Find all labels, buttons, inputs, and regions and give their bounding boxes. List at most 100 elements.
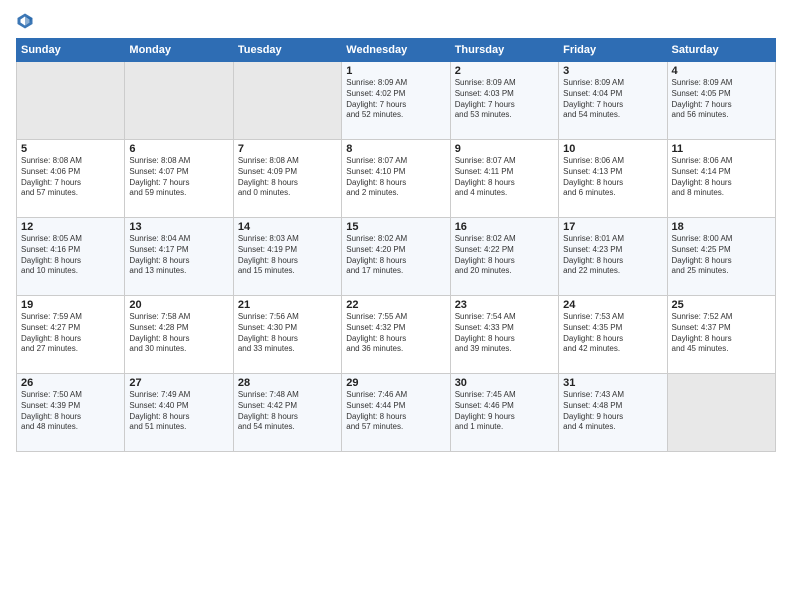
weekday-header-wednesday: Wednesday xyxy=(342,39,450,62)
weekday-header-friday: Friday xyxy=(559,39,667,62)
day-number: 31 xyxy=(563,377,662,389)
day-number: 19 xyxy=(21,299,120,311)
day-number: 22 xyxy=(346,299,445,311)
calendar-cell: 3Sunrise: 8:09 AM Sunset: 4:04 PM Daylig… xyxy=(559,62,667,140)
page-container: SundayMondayTuesdayWednesdayThursdayFrid… xyxy=(0,0,792,460)
day-info: Sunrise: 7:56 AM Sunset: 4:30 PM Dayligh… xyxy=(238,312,337,355)
calendar-cell: 19Sunrise: 7:59 AM Sunset: 4:27 PM Dayli… xyxy=(17,296,125,374)
day-info: Sunrise: 8:00 AM Sunset: 4:25 PM Dayligh… xyxy=(672,234,771,277)
weekday-header-monday: Monday xyxy=(125,39,233,62)
weekday-header-row: SundayMondayTuesdayWednesdayThursdayFrid… xyxy=(17,39,776,62)
day-info: Sunrise: 8:03 AM Sunset: 4:19 PM Dayligh… xyxy=(238,234,337,277)
calendar-cell: 8Sunrise: 8:07 AM Sunset: 4:10 PM Daylig… xyxy=(342,140,450,218)
calendar-week-row: 12Sunrise: 8:05 AM Sunset: 4:16 PM Dayli… xyxy=(17,218,776,296)
day-info: Sunrise: 8:09 AM Sunset: 4:05 PM Dayligh… xyxy=(672,78,771,121)
day-number: 12 xyxy=(21,221,120,233)
day-info: Sunrise: 7:59 AM Sunset: 4:27 PM Dayligh… xyxy=(21,312,120,355)
calendar-cell: 24Sunrise: 7:53 AM Sunset: 4:35 PM Dayli… xyxy=(559,296,667,374)
calendar-cell: 5Sunrise: 8:08 AM Sunset: 4:06 PM Daylig… xyxy=(17,140,125,218)
day-number: 28 xyxy=(238,377,337,389)
day-number: 30 xyxy=(455,377,554,389)
calendar-cell: 16Sunrise: 8:02 AM Sunset: 4:22 PM Dayli… xyxy=(450,218,558,296)
day-info: Sunrise: 7:45 AM Sunset: 4:46 PM Dayligh… xyxy=(455,390,554,433)
day-number: 20 xyxy=(129,299,228,311)
calendar-cell xyxy=(667,374,775,452)
day-info: Sunrise: 8:01 AM Sunset: 4:23 PM Dayligh… xyxy=(563,234,662,277)
day-number: 17 xyxy=(563,221,662,233)
day-number: 6 xyxy=(129,143,228,155)
calendar-cell xyxy=(233,62,341,140)
day-number: 15 xyxy=(346,221,445,233)
calendar-cell: 17Sunrise: 8:01 AM Sunset: 4:23 PM Dayli… xyxy=(559,218,667,296)
day-info: Sunrise: 7:50 AM Sunset: 4:39 PM Dayligh… xyxy=(21,390,120,433)
day-info: Sunrise: 8:02 AM Sunset: 4:20 PM Dayligh… xyxy=(346,234,445,277)
weekday-header-tuesday: Tuesday xyxy=(233,39,341,62)
day-info: Sunrise: 7:55 AM Sunset: 4:32 PM Dayligh… xyxy=(346,312,445,355)
calendar-cell: 30Sunrise: 7:45 AM Sunset: 4:46 PM Dayli… xyxy=(450,374,558,452)
day-info: Sunrise: 8:08 AM Sunset: 4:07 PM Dayligh… xyxy=(129,156,228,199)
calendar-cell: 28Sunrise: 7:48 AM Sunset: 4:42 PM Dayli… xyxy=(233,374,341,452)
calendar-cell: 26Sunrise: 7:50 AM Sunset: 4:39 PM Dayli… xyxy=(17,374,125,452)
calendar-cell: 15Sunrise: 8:02 AM Sunset: 4:20 PM Dayli… xyxy=(342,218,450,296)
day-number: 1 xyxy=(346,65,445,77)
calendar-week-row: 26Sunrise: 7:50 AM Sunset: 4:39 PM Dayli… xyxy=(17,374,776,452)
day-info: Sunrise: 8:06 AM Sunset: 4:14 PM Dayligh… xyxy=(672,156,771,199)
day-number: 14 xyxy=(238,221,337,233)
day-number: 4 xyxy=(672,65,771,77)
day-info: Sunrise: 8:07 AM Sunset: 4:10 PM Dayligh… xyxy=(346,156,445,199)
calendar-cell: 25Sunrise: 7:52 AM Sunset: 4:37 PM Dayli… xyxy=(667,296,775,374)
calendar-cell: 29Sunrise: 7:46 AM Sunset: 4:44 PM Dayli… xyxy=(342,374,450,452)
weekday-header-sunday: Sunday xyxy=(17,39,125,62)
calendar-week-row: 1Sunrise: 8:09 AM Sunset: 4:02 PM Daylig… xyxy=(17,62,776,140)
day-number: 21 xyxy=(238,299,337,311)
day-number: 13 xyxy=(129,221,228,233)
day-info: Sunrise: 8:09 AM Sunset: 4:02 PM Dayligh… xyxy=(346,78,445,121)
calendar-cell: 22Sunrise: 7:55 AM Sunset: 4:32 PM Dayli… xyxy=(342,296,450,374)
calendar-cell: 10Sunrise: 8:06 AM Sunset: 4:13 PM Dayli… xyxy=(559,140,667,218)
day-number: 11 xyxy=(672,143,771,155)
day-info: Sunrise: 8:04 AM Sunset: 4:17 PM Dayligh… xyxy=(129,234,228,277)
day-info: Sunrise: 8:05 AM Sunset: 4:16 PM Dayligh… xyxy=(21,234,120,277)
calendar-cell: 20Sunrise: 7:58 AM Sunset: 4:28 PM Dayli… xyxy=(125,296,233,374)
day-number: 5 xyxy=(21,143,120,155)
day-info: Sunrise: 8:09 AM Sunset: 4:04 PM Dayligh… xyxy=(563,78,662,121)
day-info: Sunrise: 7:58 AM Sunset: 4:28 PM Dayligh… xyxy=(129,312,228,355)
day-number: 16 xyxy=(455,221,554,233)
calendar-cell: 2Sunrise: 8:09 AM Sunset: 4:03 PM Daylig… xyxy=(450,62,558,140)
day-info: Sunrise: 8:09 AM Sunset: 4:03 PM Dayligh… xyxy=(455,78,554,121)
calendar-cell xyxy=(125,62,233,140)
day-number: 8 xyxy=(346,143,445,155)
calendar-cell: 18Sunrise: 8:00 AM Sunset: 4:25 PM Dayli… xyxy=(667,218,775,296)
calendar-cell: 6Sunrise: 8:08 AM Sunset: 4:07 PM Daylig… xyxy=(125,140,233,218)
day-info: Sunrise: 7:53 AM Sunset: 4:35 PM Dayligh… xyxy=(563,312,662,355)
calendar-cell: 21Sunrise: 7:56 AM Sunset: 4:30 PM Dayli… xyxy=(233,296,341,374)
day-info: Sunrise: 7:52 AM Sunset: 4:37 PM Dayligh… xyxy=(672,312,771,355)
day-number: 23 xyxy=(455,299,554,311)
day-number: 29 xyxy=(346,377,445,389)
day-info: Sunrise: 7:46 AM Sunset: 4:44 PM Dayligh… xyxy=(346,390,445,433)
calendar-week-row: 5Sunrise: 8:08 AM Sunset: 4:06 PM Daylig… xyxy=(17,140,776,218)
weekday-header-saturday: Saturday xyxy=(667,39,775,62)
day-number: 24 xyxy=(563,299,662,311)
logo xyxy=(16,12,38,30)
day-info: Sunrise: 8:08 AM Sunset: 4:06 PM Dayligh… xyxy=(21,156,120,199)
day-info: Sunrise: 8:08 AM Sunset: 4:09 PM Dayligh… xyxy=(238,156,337,199)
calendar-week-row: 19Sunrise: 7:59 AM Sunset: 4:27 PM Dayli… xyxy=(17,296,776,374)
day-info: Sunrise: 7:54 AM Sunset: 4:33 PM Dayligh… xyxy=(455,312,554,355)
header xyxy=(16,12,776,30)
day-info: Sunrise: 7:49 AM Sunset: 4:40 PM Dayligh… xyxy=(129,390,228,433)
calendar-cell: 13Sunrise: 8:04 AM Sunset: 4:17 PM Dayli… xyxy=(125,218,233,296)
calendar-cell: 11Sunrise: 8:06 AM Sunset: 4:14 PM Dayli… xyxy=(667,140,775,218)
day-info: Sunrise: 8:02 AM Sunset: 4:22 PM Dayligh… xyxy=(455,234,554,277)
day-info: Sunrise: 8:06 AM Sunset: 4:13 PM Dayligh… xyxy=(563,156,662,199)
day-number: 25 xyxy=(672,299,771,311)
calendar-cell: 4Sunrise: 8:09 AM Sunset: 4:05 PM Daylig… xyxy=(667,62,775,140)
calendar-cell: 12Sunrise: 8:05 AM Sunset: 4:16 PM Dayli… xyxy=(17,218,125,296)
weekday-header-thursday: Thursday xyxy=(450,39,558,62)
calendar-cell: 9Sunrise: 8:07 AM Sunset: 4:11 PM Daylig… xyxy=(450,140,558,218)
day-number: 3 xyxy=(563,65,662,77)
day-number: 9 xyxy=(455,143,554,155)
calendar-cell xyxy=(17,62,125,140)
calendar-cell: 14Sunrise: 8:03 AM Sunset: 4:19 PM Dayli… xyxy=(233,218,341,296)
day-number: 27 xyxy=(129,377,228,389)
